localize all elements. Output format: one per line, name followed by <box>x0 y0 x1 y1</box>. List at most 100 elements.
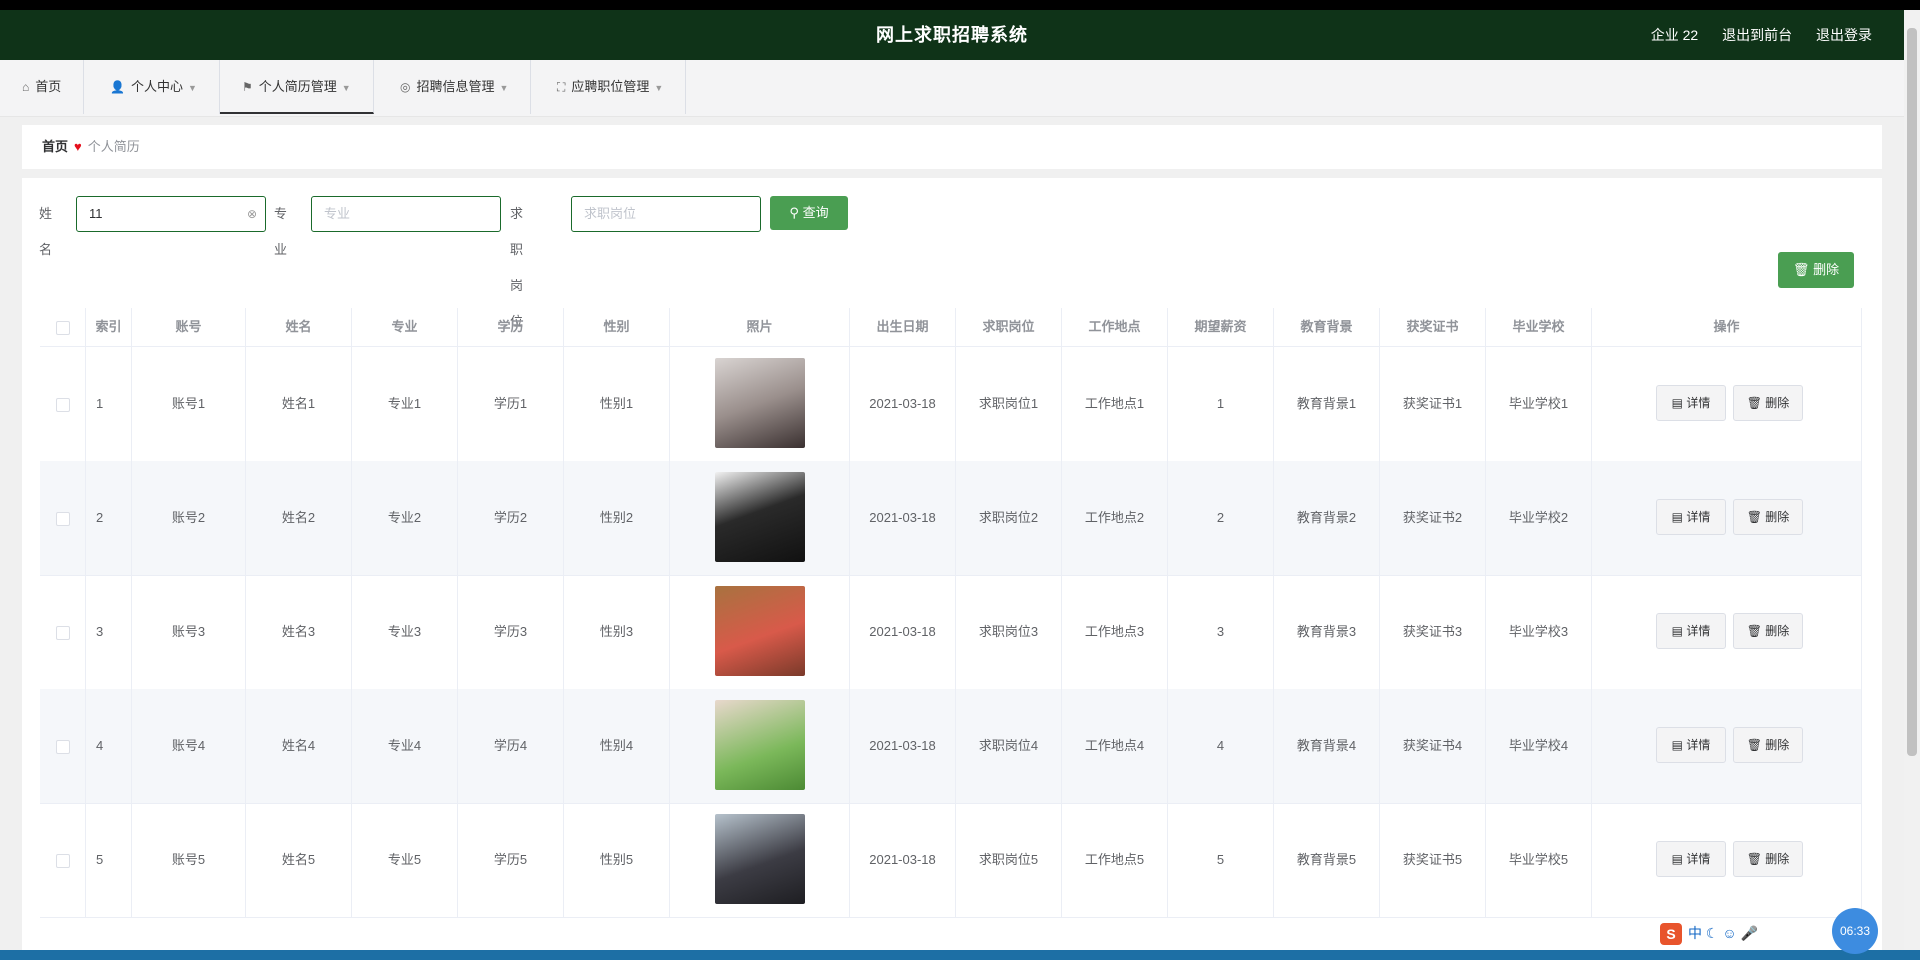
detail-button[interactable]: ▤ 详情 <box>1656 385 1726 421</box>
detail-button[interactable]: ▤ 详情 <box>1656 841 1726 877</box>
ime-toolbar[interactable]: S中 ☾ ☺ 🎤 <box>1652 918 1766 948</box>
cell-cert: 获奖证书1 <box>1380 347 1486 461</box>
exit-to-front-link[interactable]: 退出到前台 <box>1722 27 1792 43</box>
document-icon: ▤ <box>1671 852 1683 866</box>
cell-school: 毕业学校1 <box>1486 347 1592 461</box>
col-header: 操作 <box>1592 308 1862 346</box>
clear-icon[interactable]: ⊗ <box>247 197 257 231</box>
moon-icon: ☾ <box>1705 925 1719 941</box>
cell-salary: 2 <box>1168 461 1274 575</box>
cell-birth: 2021-03-18 <box>850 461 956 575</box>
detail-button-label: 详情 <box>1686 738 1711 752</box>
cell-name: 姓名3 <box>246 575 352 689</box>
cell-edu: 学历5 <box>458 803 564 917</box>
cell-school: 毕业学校5 <box>1486 803 1592 917</box>
resume-photo <box>715 700 805 790</box>
cell-major: 专业3 <box>352 575 458 689</box>
row-checkbox[interactable] <box>55 625 70 640</box>
chevron-down-icon: ▼ <box>654 83 664 93</box>
trash-icon: 🗑 <box>1746 852 1762 866</box>
name-input[interactable]: 11 ⊗ <box>76 196 266 232</box>
document-icon: ▤ <box>1671 396 1683 410</box>
nav-item-home[interactable]: ⌂ 首页 <box>0 60 85 114</box>
resume-photo <box>715 472 805 562</box>
cell-job: 求职岗位1 <box>956 347 1062 461</box>
cell-major: 专业5 <box>352 803 458 917</box>
row-checkbox[interactable] <box>55 739 70 754</box>
cell-major: 专业1 <box>352 347 458 461</box>
photo-cell <box>670 689 850 803</box>
trash-icon: 🗑 <box>1746 396 1762 410</box>
col-header: 期望薪资 <box>1168 308 1274 346</box>
query-button[interactable]: ⚲ 查询 <box>770 196 848 230</box>
detail-button[interactable]: ▤ 详情 <box>1656 499 1726 535</box>
chevron-down-icon: ▼ <box>187 83 197 93</box>
cell-birth: 2021-03-18 <box>850 689 956 803</box>
cell-background: 教育背景1 <box>1274 347 1380 461</box>
ops-cell: ▤ 详情 🗑 删除 <box>1592 803 1862 917</box>
scrollbar-thumb[interactable] <box>1907 28 1917 756</box>
row-checkbox[interactable] <box>55 511 70 526</box>
ops-cell: ▤ 详情 🗑 删除 <box>1592 575 1862 689</box>
flag-icon: ⚑ <box>242 80 253 94</box>
header-actions: 企业 22 退出到前台 退出登录 <box>1631 10 1872 60</box>
detail-button[interactable]: ▤ 详情 <box>1656 727 1726 763</box>
nav-label: 招聘信息管理 <box>416 79 495 94</box>
nav-item-applied-jobs[interactable]: ⛶ 应聘职位管理 ▼ <box>535 60 687 114</box>
cell-gender: 性别5 <box>564 803 670 917</box>
table-row: 5 账号5 姓名5 专业5 学历5 性别5 2021-03-18 求职岗位5 工作地点5 5 教育背… <box>40 803 1862 918</box>
batch-delete-button[interactable]: 🗑 删除 <box>1778 252 1854 288</box>
mic-icon: 🎤 <box>1740 925 1758 941</box>
breadcrumb-home[interactable]: 首页 <box>42 139 68 154</box>
nav-item-personal-center[interactable]: 👤 个人中心 ▼ <box>88 60 220 114</box>
top-nav: ⌂ 首页 👤 个人中心 ▼ ⚑ 个人简历管理 ▼ ◎ 招聘信息管理 ▼ ⛶ 应聘职位管理 ▼ <box>0 60 1904 117</box>
select-all-checkbox[interactable] <box>55 320 70 335</box>
cell-job: 求职岗位5 <box>956 803 1062 917</box>
delete-button-label: 删除 <box>1765 624 1790 638</box>
nav-item-resume-management[interactable]: ⚑ 个人简历管理 ▼ <box>220 60 374 114</box>
delete-button-label: 删除 <box>1765 738 1790 752</box>
nav-label: 应聘职位管理 <box>571 79 650 94</box>
cell-school: 毕业学校3 <box>1486 575 1592 689</box>
delete-button[interactable]: 🗑 删除 <box>1733 613 1803 649</box>
delete-button-label: 删除 <box>1765 396 1790 410</box>
major-label: 专业 <box>274 206 288 257</box>
col-header: 出生日期 <box>850 308 956 346</box>
content-panel: 姓名 11 ⊗ 专业 专业 求职岗位 求职岗位 ⚲ 查询 🗑 删除 索引 账号 … <box>22 178 1882 960</box>
resume-photo <box>715 358 805 448</box>
row-checkbox[interactable] <box>55 853 70 868</box>
page-scrollbar[interactable] <box>1904 10 1920 950</box>
document-icon: ▤ <box>1671 738 1683 752</box>
taskbar <box>0 950 1920 960</box>
delete-button-label: 删除 <box>1765 510 1790 524</box>
major-input[interactable]: 专业 <box>311 196 501 232</box>
detail-button-label: 详情 <box>1686 510 1711 524</box>
delete-button[interactable]: 🗑 删除 <box>1733 499 1803 535</box>
col-header: 专业 <box>352 308 458 346</box>
col-header: 获奖证书 <box>1380 308 1486 346</box>
table-row: 1 账号1 姓名1 专业1 学历1 性别1 2021-03-18 求职岗位1 工作地点1 1 教育背… <box>40 347 1862 462</box>
cell-name: 姓名2 <box>246 461 352 575</box>
cell-salary: 5 <box>1168 803 1274 917</box>
cell-account: 账号1 <box>132 347 246 461</box>
job-input[interactable]: 求职岗位 <box>571 196 761 232</box>
row-select-cell <box>40 461 86 575</box>
delete-button[interactable]: 🗑 删除 <box>1733 385 1803 421</box>
row-checkbox[interactable] <box>55 397 70 412</box>
batch-delete-label: 删除 <box>1813 262 1840 277</box>
ops-cell: ▤ 详情 🗑 删除 <box>1592 461 1862 575</box>
nav-item-recruit-info[interactable]: ◎ 招聘信息管理 ▼ <box>378 60 532 114</box>
ime-mode: 中 <box>1688 925 1702 941</box>
cell-school: 毕业学校2 <box>1486 461 1592 575</box>
sogou-icon: S <box>1660 923 1682 946</box>
table-row: 2 账号2 姓名2 专业2 学历2 性别2 2021-03-18 求职岗位2 工作地点2 2 教育背… <box>40 461 1862 576</box>
detail-button[interactable]: ▤ 详情 <box>1656 613 1726 649</box>
cell-account: 账号5 <box>132 803 246 917</box>
app-header: 网上求职招聘系统 企业 22 退出到前台 退出登录 <box>0 10 1904 60</box>
delete-button[interactable]: 🗑 删除 <box>1733 727 1803 763</box>
col-header: 账号 <box>132 308 246 346</box>
logout-link[interactable]: 退出登录 <box>1816 27 1872 43</box>
expand-icon: ⛶ <box>557 80 566 94</box>
chevron-down-icon: ▼ <box>499 83 509 93</box>
delete-button[interactable]: 🗑 删除 <box>1733 841 1803 877</box>
